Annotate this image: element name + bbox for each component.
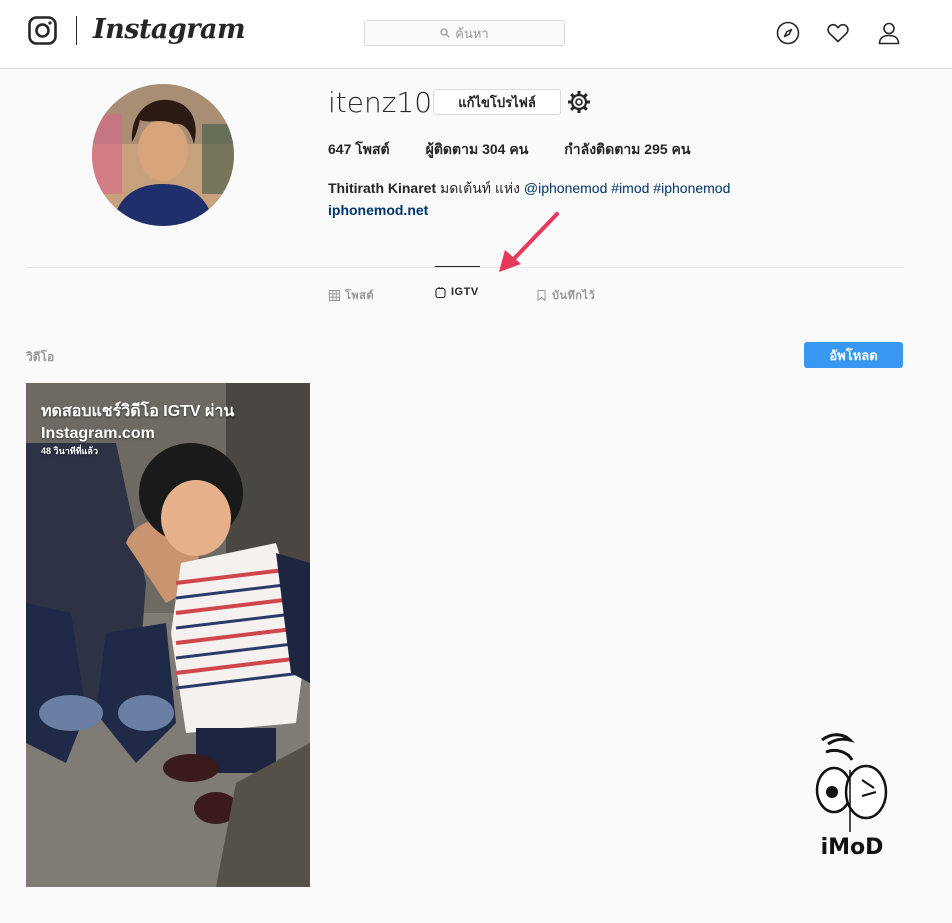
profile-icon[interactable] [877,21,901,45]
video-timestamp: 48 วินาทีที่แล้ว [41,446,99,456]
tab-igtv[interactable]: IGTV [435,286,479,298]
search-icon [440,28,451,38]
igtv-icon [435,286,446,298]
posts-count: 647 โพสต์ [328,141,390,157]
settings-gear-icon[interactable] [567,90,591,114]
videos-section-label: วิดีโอ [26,350,55,364]
profile-stats: 647 โพสต์ ผู้ติดตาม 304 คน กำลังติดตาม 2… [328,139,727,161]
profile-avatar[interactable] [92,84,234,226]
watermark-text: iMoD [821,835,884,860]
logo-divider [76,16,77,45]
following-count[interactable]: กำลังติดตาม 295 คน [564,139,690,161]
video-thumbnail-image [26,383,310,887]
instagram-wordmark[interactable]: Instagram [93,14,246,45]
edit-profile-button[interactable]: แก้ไขโปรไฟล์ [433,89,561,115]
imod-watermark-logo: iMoD [815,733,888,860]
heart-icon[interactable] [826,21,850,45]
bio-hashtag-link[interactable]: #iphonemod [649,180,730,196]
bio-full-name: Thitirath Kinaret [328,180,437,196]
top-nav-bar: Instagram ค้นหา [0,0,952,69]
tab-igtv-label: IGTV [451,286,479,298]
avatar-photo [92,84,234,226]
tab-posts-label: โพสต์ [345,290,375,302]
grid-icon [329,289,340,301]
followers-count[interactable]: ผู้ติดตาม 304 คน [426,139,529,161]
active-tab-indicator [435,266,480,267]
bio-text: มดเต้นท์ แห่ง [436,180,524,196]
tab-saved[interactable]: บันทึกไว้ [536,286,595,304]
tabs-divider [26,267,903,268]
search-placeholder: ค้นหา [455,25,489,41]
tab-posts[interactable]: โพสต์ [329,286,374,304]
instagram-glyph-icon[interactable] [28,16,57,45]
bookmark-icon [537,289,546,301]
search-input[interactable]: ค้นหา [364,20,565,46]
video-title: ทดสอบแชร์วิดีโอ IGTV ผ่าน Instagram.com [41,403,235,442]
annotation-arrow-icon [499,212,559,272]
profile-username: itenz10 [328,86,433,119]
upload-button[interactable]: อัพโหลด [804,342,903,368]
bio-hashtag-link[interactable]: #imod [607,180,649,196]
compass-icon[interactable] [776,21,800,45]
bio-mention-link[interactable]: @iphonemod [524,180,608,196]
igtv-video-card[interactable]: ทดสอบแชร์วิดีโอ IGTV ผ่าน Instagram.com … [26,383,310,887]
tab-saved-label: บันทึกไว้ [552,290,596,302]
